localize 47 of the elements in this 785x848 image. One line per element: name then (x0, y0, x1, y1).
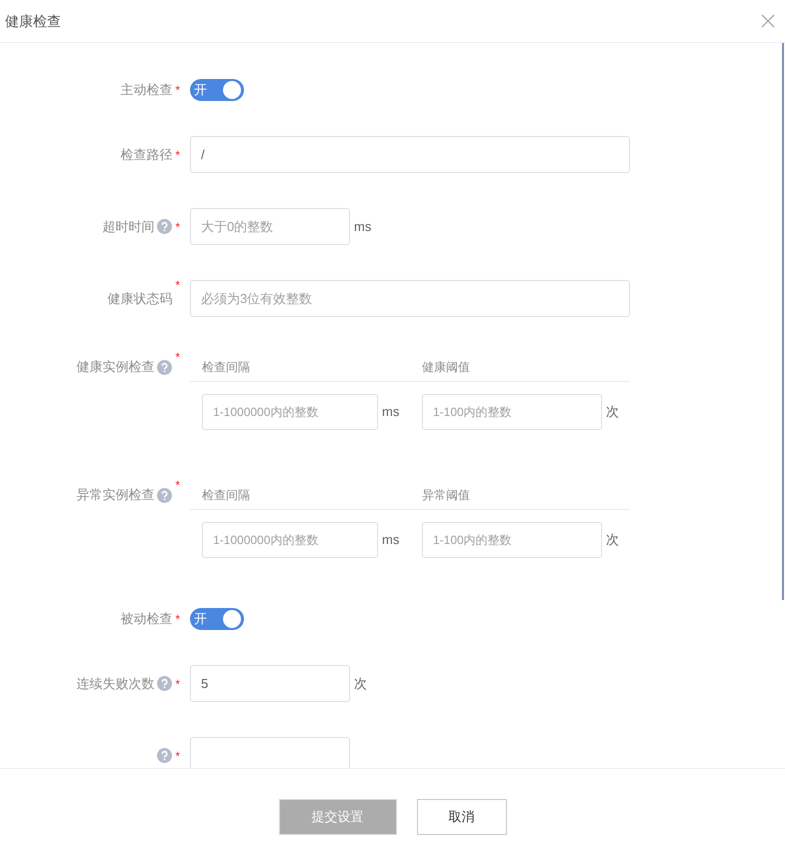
input-field[interactable] (190, 737, 350, 768)
cancel-button[interactable]: 取消 (416, 799, 506, 835)
unit-label: 次 (606, 531, 619, 550)
help-icon[interactable] (157, 488, 172, 502)
field-label: 超时时间 (102, 218, 154, 236)
input-field[interactable]: 5 (190, 665, 350, 702)
field-label: 连续失败次数 (76, 674, 154, 693)
unit-label: ms (354, 218, 372, 236)
toggle-switch[interactable]: 开 (190, 79, 244, 101)
toggle-switch[interactable]: 开 (190, 608, 244, 630)
field-label: 检查路径 (120, 146, 172, 164)
unit-label: 次 (606, 403, 619, 422)
input-field[interactable]: 1-1000000内的整数 (202, 522, 378, 558)
input-field[interactable]: / (190, 136, 630, 173)
field-label: 被动检查 (120, 610, 172, 628)
unit-label: ms (382, 531, 400, 550)
unit-label: 次 (354, 674, 367, 693)
help-icon[interactable] (157, 360, 172, 374)
help-icon[interactable] (157, 676, 172, 691)
scrollbar[interactable] (782, 43, 784, 600)
dialog-title: 健康检查 (5, 12, 61, 30)
help-icon[interactable] (157, 748, 172, 763)
input-field[interactable]: 1-100内的整数 (422, 522, 602, 558)
input-field[interactable]: 必须为3位有效整数 (190, 280, 630, 317)
required-mark: * (175, 277, 180, 294)
required-mark: * (175, 477, 180, 494)
column-heading: 健康阈值 (421, 358, 471, 376)
field-label: 健康实例检查 (76, 358, 154, 376)
field-label: 健康状态码 (107, 290, 172, 308)
field-label: 异常实例检查 (76, 486, 154, 504)
column-heading: 检查间隔 (201, 358, 251, 376)
column-heading: 异常阈值 (421, 486, 471, 504)
required-mark: * (175, 82, 180, 99)
input-field[interactable]: 大于0的整数 (190, 208, 350, 245)
input-field[interactable]: 1-1000000内的整数 (202, 394, 378, 430)
input-field[interactable]: 1-100内的整数 (422, 394, 602, 430)
close-icon[interactable] (761, 14, 775, 28)
column-heading: 检查间隔 (201, 486, 251, 504)
unit-label: ms (382, 403, 400, 422)
required-mark: * (175, 748, 180, 764)
required-mark: * (175, 146, 180, 164)
field-label: 主动检查 (120, 81, 172, 100)
required-mark: * (175, 218, 180, 236)
required-mark: * (175, 349, 180, 366)
required-mark: * (175, 611, 180, 628)
help-icon[interactable] (157, 219, 172, 234)
required-mark: * (175, 676, 180, 692)
